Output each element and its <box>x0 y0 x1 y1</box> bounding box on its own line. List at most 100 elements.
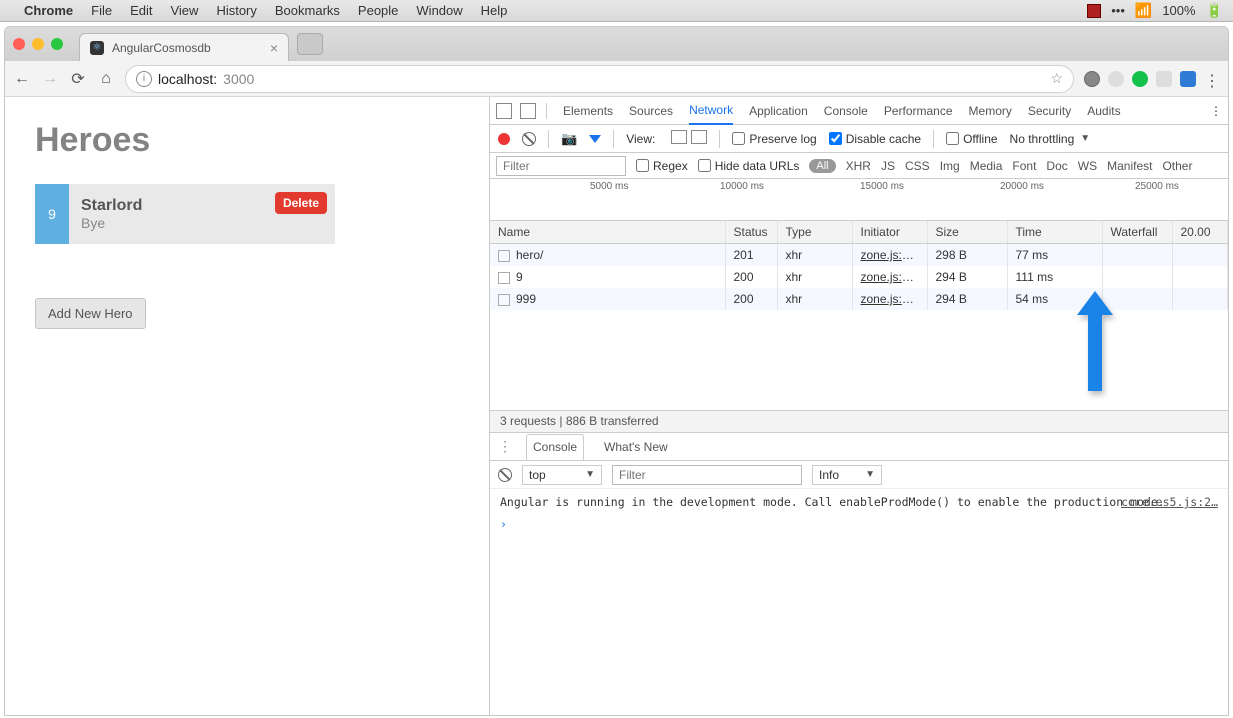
menu-help[interactable]: Help <box>481 3 508 18</box>
browser-tab[interactable]: ⚛ AngularCosmosdb × <box>79 33 289 61</box>
drawer-tab-console[interactable]: Console <box>526 434 584 460</box>
minimize-window-button[interactable] <box>32 38 44 50</box>
tab-performance[interactable]: Performance <box>884 98 953 124</box>
col-size[interactable]: Size <box>927 221 1007 244</box>
type-filter-xhr[interactable]: XHR <box>846 159 871 173</box>
reload-button[interactable]: ⟳ <box>69 69 87 89</box>
maximize-window-button[interactable] <box>51 38 63 50</box>
device-toolbar-icon[interactable] <box>520 103 536 119</box>
hero-card[interactable]: 9 Starlord Bye Delete <box>35 184 335 244</box>
network-request-table: Name Status Type Initiator Size Time Wat… <box>490 221 1228 411</box>
regex-checkbox[interactable]: Regex <box>636 159 688 173</box>
table-row[interactable]: 9200xhrzone.js:26…294 B111 ms <box>490 266 1228 288</box>
clear-button[interactable] <box>522 132 536 146</box>
chrome-window: ⚛ AngularCosmosdb × ← → ⟳ ⌂ i localhost:… <box>4 26 1229 716</box>
type-filter-manifest[interactable]: Manifest <box>1107 159 1152 173</box>
menu-history[interactable]: History <box>216 3 256 18</box>
timeline-tick: 5000 ms <box>590 181 628 192</box>
type-filter-img[interactable]: Img <box>940 159 960 173</box>
hero-saying: Bye <box>81 215 323 231</box>
extension-icon[interactable] <box>1156 71 1172 87</box>
col-status[interactable]: Status <box>725 221 777 244</box>
console-prompt-icon[interactable]: › <box>500 517 1218 531</box>
filter-toggle-icon[interactable] <box>589 135 601 143</box>
table-row[interactable]: 999200xhrzone.js:26…294 B54 ms <box>490 288 1228 310</box>
console-toolbar: top▼ Info▼ <box>490 461 1228 489</box>
delete-button[interactable]: Delete <box>275 192 327 214</box>
type-filter-doc[interactable]: Doc <box>1046 159 1067 173</box>
extension-icon[interactable] <box>1132 71 1148 87</box>
console-filter-input[interactable] <box>612 465 802 485</box>
menu-file[interactable]: File <box>91 3 112 18</box>
menu-view[interactable]: View <box>170 3 198 18</box>
type-filter-other[interactable]: Other <box>1162 159 1192 173</box>
recording-indicator-icon[interactable] <box>1087 4 1101 18</box>
throttling-select[interactable]: No throttling▼ <box>1010 132 1091 146</box>
bookmark-star-icon[interactable]: ☆ <box>1050 70 1063 87</box>
table-row[interactable]: hero/201xhrzone.js:26…298 B77 ms <box>490 244 1228 267</box>
close-window-button[interactable] <box>13 38 25 50</box>
type-filter-font[interactable]: Font <box>1012 159 1036 173</box>
drawer-menu-icon[interactable]: ⋮ <box>498 438 512 455</box>
extension-icon[interactable] <box>1108 71 1124 87</box>
tab-memory[interactable]: Memory <box>969 98 1012 124</box>
tab-console[interactable]: Console <box>824 98 868 124</box>
tab-elements[interactable]: Elements <box>563 98 613 124</box>
col-time[interactable]: Time <box>1007 221 1102 244</box>
view-mode-buttons[interactable] <box>667 130 707 147</box>
type-filter-all[interactable]: All <box>809 159 835 173</box>
menu-bookmarks[interactable]: Bookmarks <box>275 3 340 18</box>
console-output[interactable]: Angular is running in the development mo… <box>490 489 1228 715</box>
menu-edit[interactable]: Edit <box>130 3 152 18</box>
close-tab-button[interactable]: × <box>270 40 278 56</box>
console-source-link[interactable]: core.es5.js:2… <box>1121 495 1218 509</box>
add-new-hero-button[interactable]: Add New Hero <box>35 298 146 329</box>
type-filter-css[interactable]: CSS <box>905 159 930 173</box>
record-button[interactable] <box>498 133 510 145</box>
preserve-log-checkbox[interactable]: Preserve log <box>732 132 816 146</box>
chrome-menu-icon[interactable]: ⋮ <box>1204 71 1220 87</box>
back-button[interactable]: ← <box>13 70 31 88</box>
disable-cache-checkbox[interactable]: Disable cache <box>829 132 921 146</box>
type-filter-ws[interactable]: WS <box>1078 159 1097 173</box>
type-filter-media[interactable]: Media <box>970 159 1003 173</box>
wifi-icon[interactable]: 📶 <box>1135 2 1152 19</box>
inspect-element-icon[interactable] <box>496 103 512 119</box>
console-context-select[interactable]: top▼ <box>522 465 602 485</box>
drawer-tab-whatsnew[interactable]: What's New <box>598 435 674 459</box>
col-initiator[interactable]: Initiator <box>852 221 927 244</box>
tab-audits[interactable]: Audits <box>1087 98 1120 124</box>
url-host: localhost: <box>158 71 217 87</box>
devtools-menu-icon[interactable]: ⋮ <box>1210 104 1222 118</box>
extension-icon[interactable] <box>1084 71 1100 87</box>
overflow-menu-icon[interactable]: ••• <box>1111 3 1125 18</box>
home-button[interactable]: ⌂ <box>97 70 115 88</box>
offline-checkbox[interactable]: Offline <box>946 132 997 146</box>
menu-window[interactable]: Window <box>416 3 462 18</box>
col-waterfall[interactable]: Waterfall <box>1102 221 1172 244</box>
tab-security[interactable]: Security <box>1028 98 1071 124</box>
network-timeline[interactable]: 5000 ms 10000 ms 15000 ms 20000 ms 25000… <box>490 179 1228 221</box>
clear-console-button[interactable] <box>498 468 512 482</box>
col-type[interactable]: Type <box>777 221 852 244</box>
menu-app[interactable]: Chrome <box>24 3 73 18</box>
col-name[interactable]: Name <box>490 221 725 244</box>
battery-icon[interactable]: 🔋 <box>1206 2 1223 19</box>
tab-sources[interactable]: Sources <box>629 98 673 124</box>
network-summary: 3 requests | 886 B transferred <box>490 411 1228 433</box>
tab-network[interactable]: Network <box>689 97 733 125</box>
site-info-icon[interactable]: i <box>136 71 152 87</box>
network-filter-input[interactable] <box>496 156 626 176</box>
hide-data-urls-checkbox[interactable]: Hide data URLs <box>698 159 800 173</box>
tab-application[interactable]: Application <box>749 98 808 124</box>
log-level-select[interactable]: Info▼ <box>812 465 882 485</box>
address-bar[interactable]: i localhost:3000 ☆ <box>125 65 1074 93</box>
new-tab-button[interactable] <box>297 33 323 55</box>
menu-people[interactable]: People <box>358 3 398 18</box>
tab-title: AngularCosmosdb <box>112 41 211 55</box>
page-title: Heroes <box>35 121 459 160</box>
type-filter-js[interactable]: JS <box>881 159 895 173</box>
extension-icon[interactable] <box>1180 71 1196 87</box>
screenshot-icon[interactable]: 📷 <box>561 131 577 147</box>
devtools-panel: Elements Sources Network Application Con… <box>490 97 1228 715</box>
